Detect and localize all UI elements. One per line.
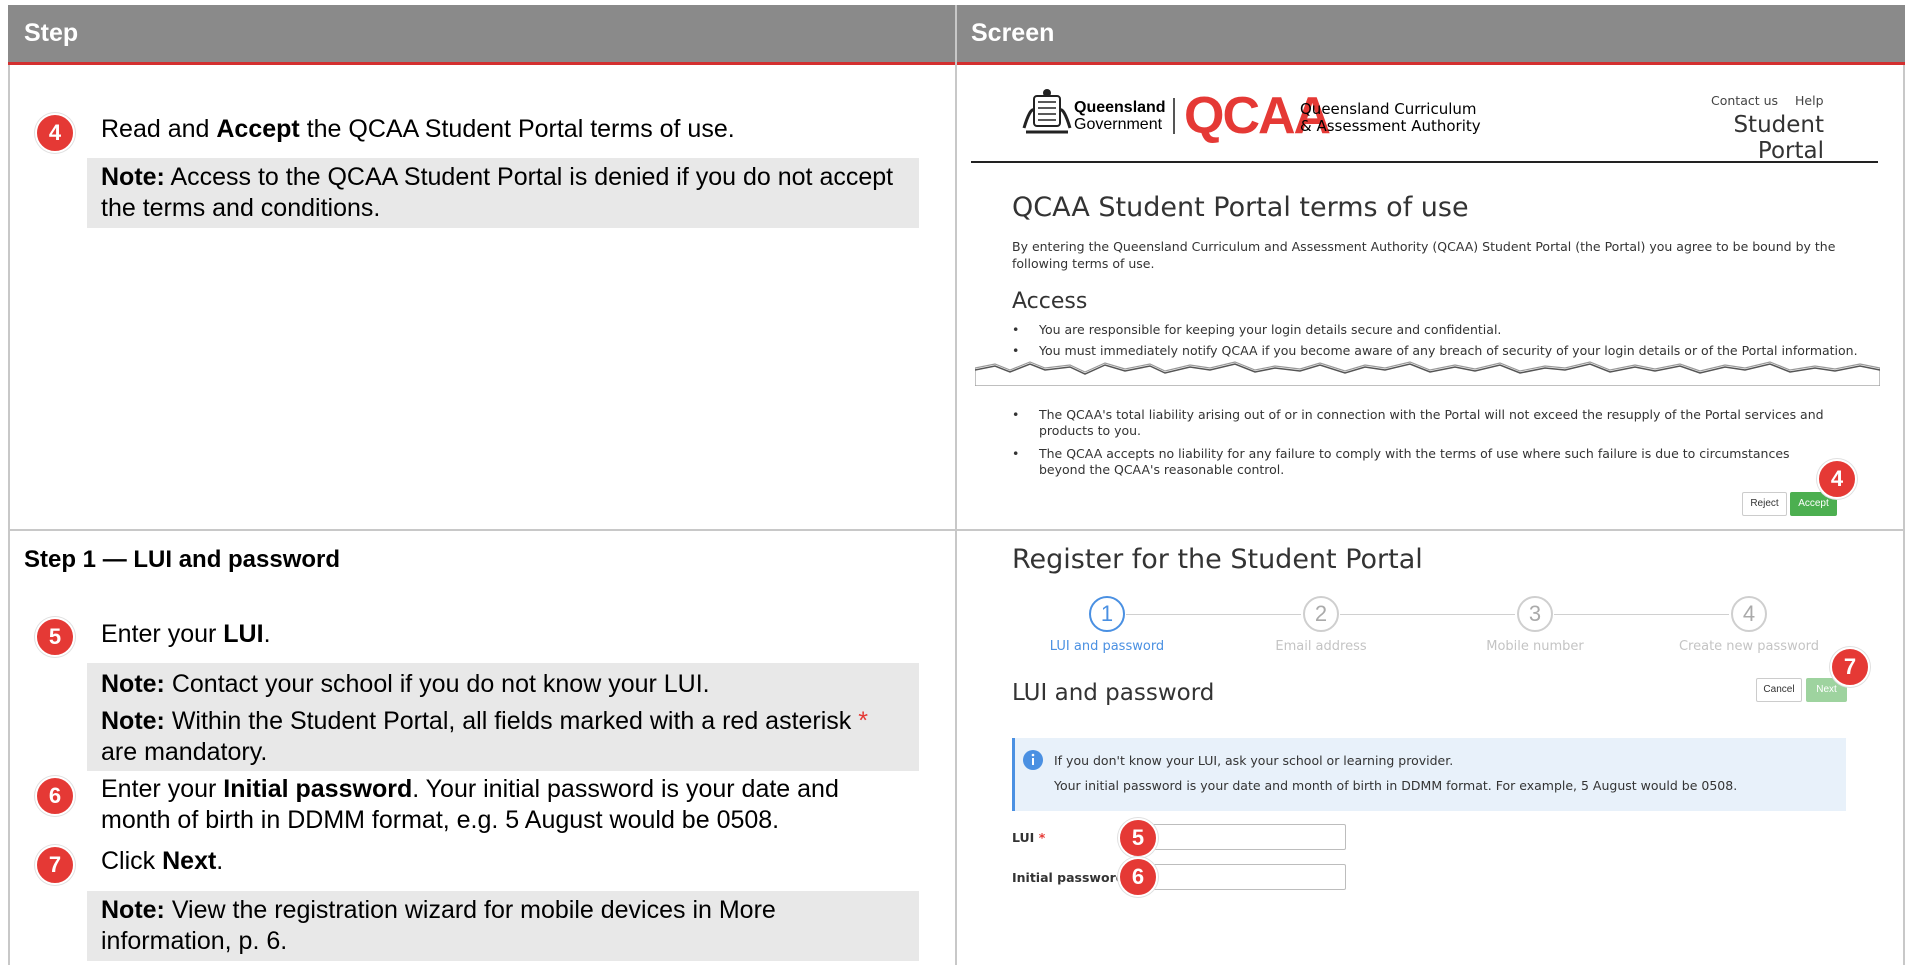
step-badge-6: 6 xyxy=(35,776,75,816)
step-7-note: Note: View the registration wizard for m… xyxy=(87,891,919,961)
bullet-dot: • xyxy=(1012,407,1020,422)
table-column-divider xyxy=(955,5,957,965)
table-row-divider xyxy=(8,529,1905,531)
callout-7: 7 xyxy=(1830,647,1870,687)
coat-of-arms-icon xyxy=(1022,89,1072,134)
header-step: Step xyxy=(24,19,79,47)
portal-header-rule xyxy=(971,161,1878,163)
wizard-step-2: 2 xyxy=(1303,596,1339,632)
step-badge-5: 5 xyxy=(35,617,75,657)
info-line-2: Your initial password is your date and m… xyxy=(1054,778,1738,793)
wizard-label-3: Mobile number xyxy=(1486,639,1584,654)
wizard-label-4: Create new password xyxy=(1678,639,1820,654)
wizard-step-1: 1 xyxy=(1089,596,1125,632)
wizard-connector xyxy=(1126,614,1301,615)
step-6-instruction: Enter your Initial password. Your initia… xyxy=(101,775,839,834)
bullet-dot: • xyxy=(1012,322,1020,337)
table-left-border xyxy=(8,65,10,965)
info-icon xyxy=(1023,750,1043,770)
step-badge-4: 4 xyxy=(35,113,75,153)
lui-password-heading: LUI and password xyxy=(1012,680,1215,706)
wizard-connector xyxy=(1340,614,1515,615)
wizard-step-4: 4 xyxy=(1731,596,1767,632)
wizard-label-1: LUI and password xyxy=(1049,639,1165,654)
password-input[interactable] xyxy=(1150,864,1346,890)
wizard-connector xyxy=(1554,614,1729,615)
access-bullet-1: You are responsible for keeping your log… xyxy=(1039,322,1502,337)
info-line-1: If you don't know your LUI, ask your sch… xyxy=(1054,753,1454,768)
info-box xyxy=(1012,738,1846,811)
qcaa-name-line2: & Assessment Authority xyxy=(1300,117,1481,135)
gov-name-line2: Government xyxy=(1074,116,1163,133)
cancel-button[interactable]: Cancel xyxy=(1756,678,1802,702)
step-badge-7: 7 xyxy=(35,845,75,885)
wizard-label-2: Email address xyxy=(1275,639,1367,654)
gov-name-line1: Queensland xyxy=(1074,99,1166,116)
terms-intro: By entering the Queensland Curriculum an… xyxy=(1012,239,1836,271)
step-4-instruction: Read and Accept the QCAA Student Portal … xyxy=(101,115,735,143)
step-5-instruction: Enter your LUI. xyxy=(101,620,271,648)
note-lui: Note: Contact your school if you do not … xyxy=(101,670,710,698)
step-5-notes: Note: Contact your school if you do not … xyxy=(87,663,919,771)
lui-input[interactable] xyxy=(1150,824,1346,850)
nav-help-link[interactable]: Help xyxy=(1795,93,1824,108)
liability-bullet-1: The QCAA's total liability arising out o… xyxy=(1039,407,1824,438)
register-title: Register for the Student Portal xyxy=(1012,544,1423,575)
logo-divider xyxy=(1173,98,1175,134)
access-heading: Access xyxy=(1012,289,1088,314)
note-mandatory: Note: Within the Student Portal, all fie… xyxy=(101,707,868,766)
qcaa-name-line1: Queensland Curriculum xyxy=(1300,100,1477,118)
step-7-instruction: Click Next. xyxy=(101,847,224,875)
header-screen: Screen xyxy=(971,19,1055,47)
step-4-note: Note: Access to the QCAA Student Portal … xyxy=(87,158,919,228)
lui-label: LUI * xyxy=(1012,830,1046,845)
callout-4: 4 xyxy=(1817,459,1857,499)
torn-edge xyxy=(975,361,1880,386)
terms-heading: QCAA Student Portal terms of use xyxy=(1012,192,1469,223)
reject-button[interactable]: Reject xyxy=(1742,492,1787,516)
callout-6: 6 xyxy=(1118,857,1158,897)
queensland-government-logo xyxy=(1020,88,1074,143)
wizard-step-3: 3 xyxy=(1517,596,1553,632)
bullet-dot: • xyxy=(1012,446,1020,461)
section-title: Step 1 — LUI and password xyxy=(24,546,341,573)
portal-title: Student Portal xyxy=(1733,112,1824,164)
callout-5: 5 xyxy=(1118,818,1158,858)
liability-bullet-2: The QCAA accepts no liability for any fa… xyxy=(1039,446,1790,477)
nav-contact-link[interactable]: Contact us xyxy=(1711,93,1778,108)
